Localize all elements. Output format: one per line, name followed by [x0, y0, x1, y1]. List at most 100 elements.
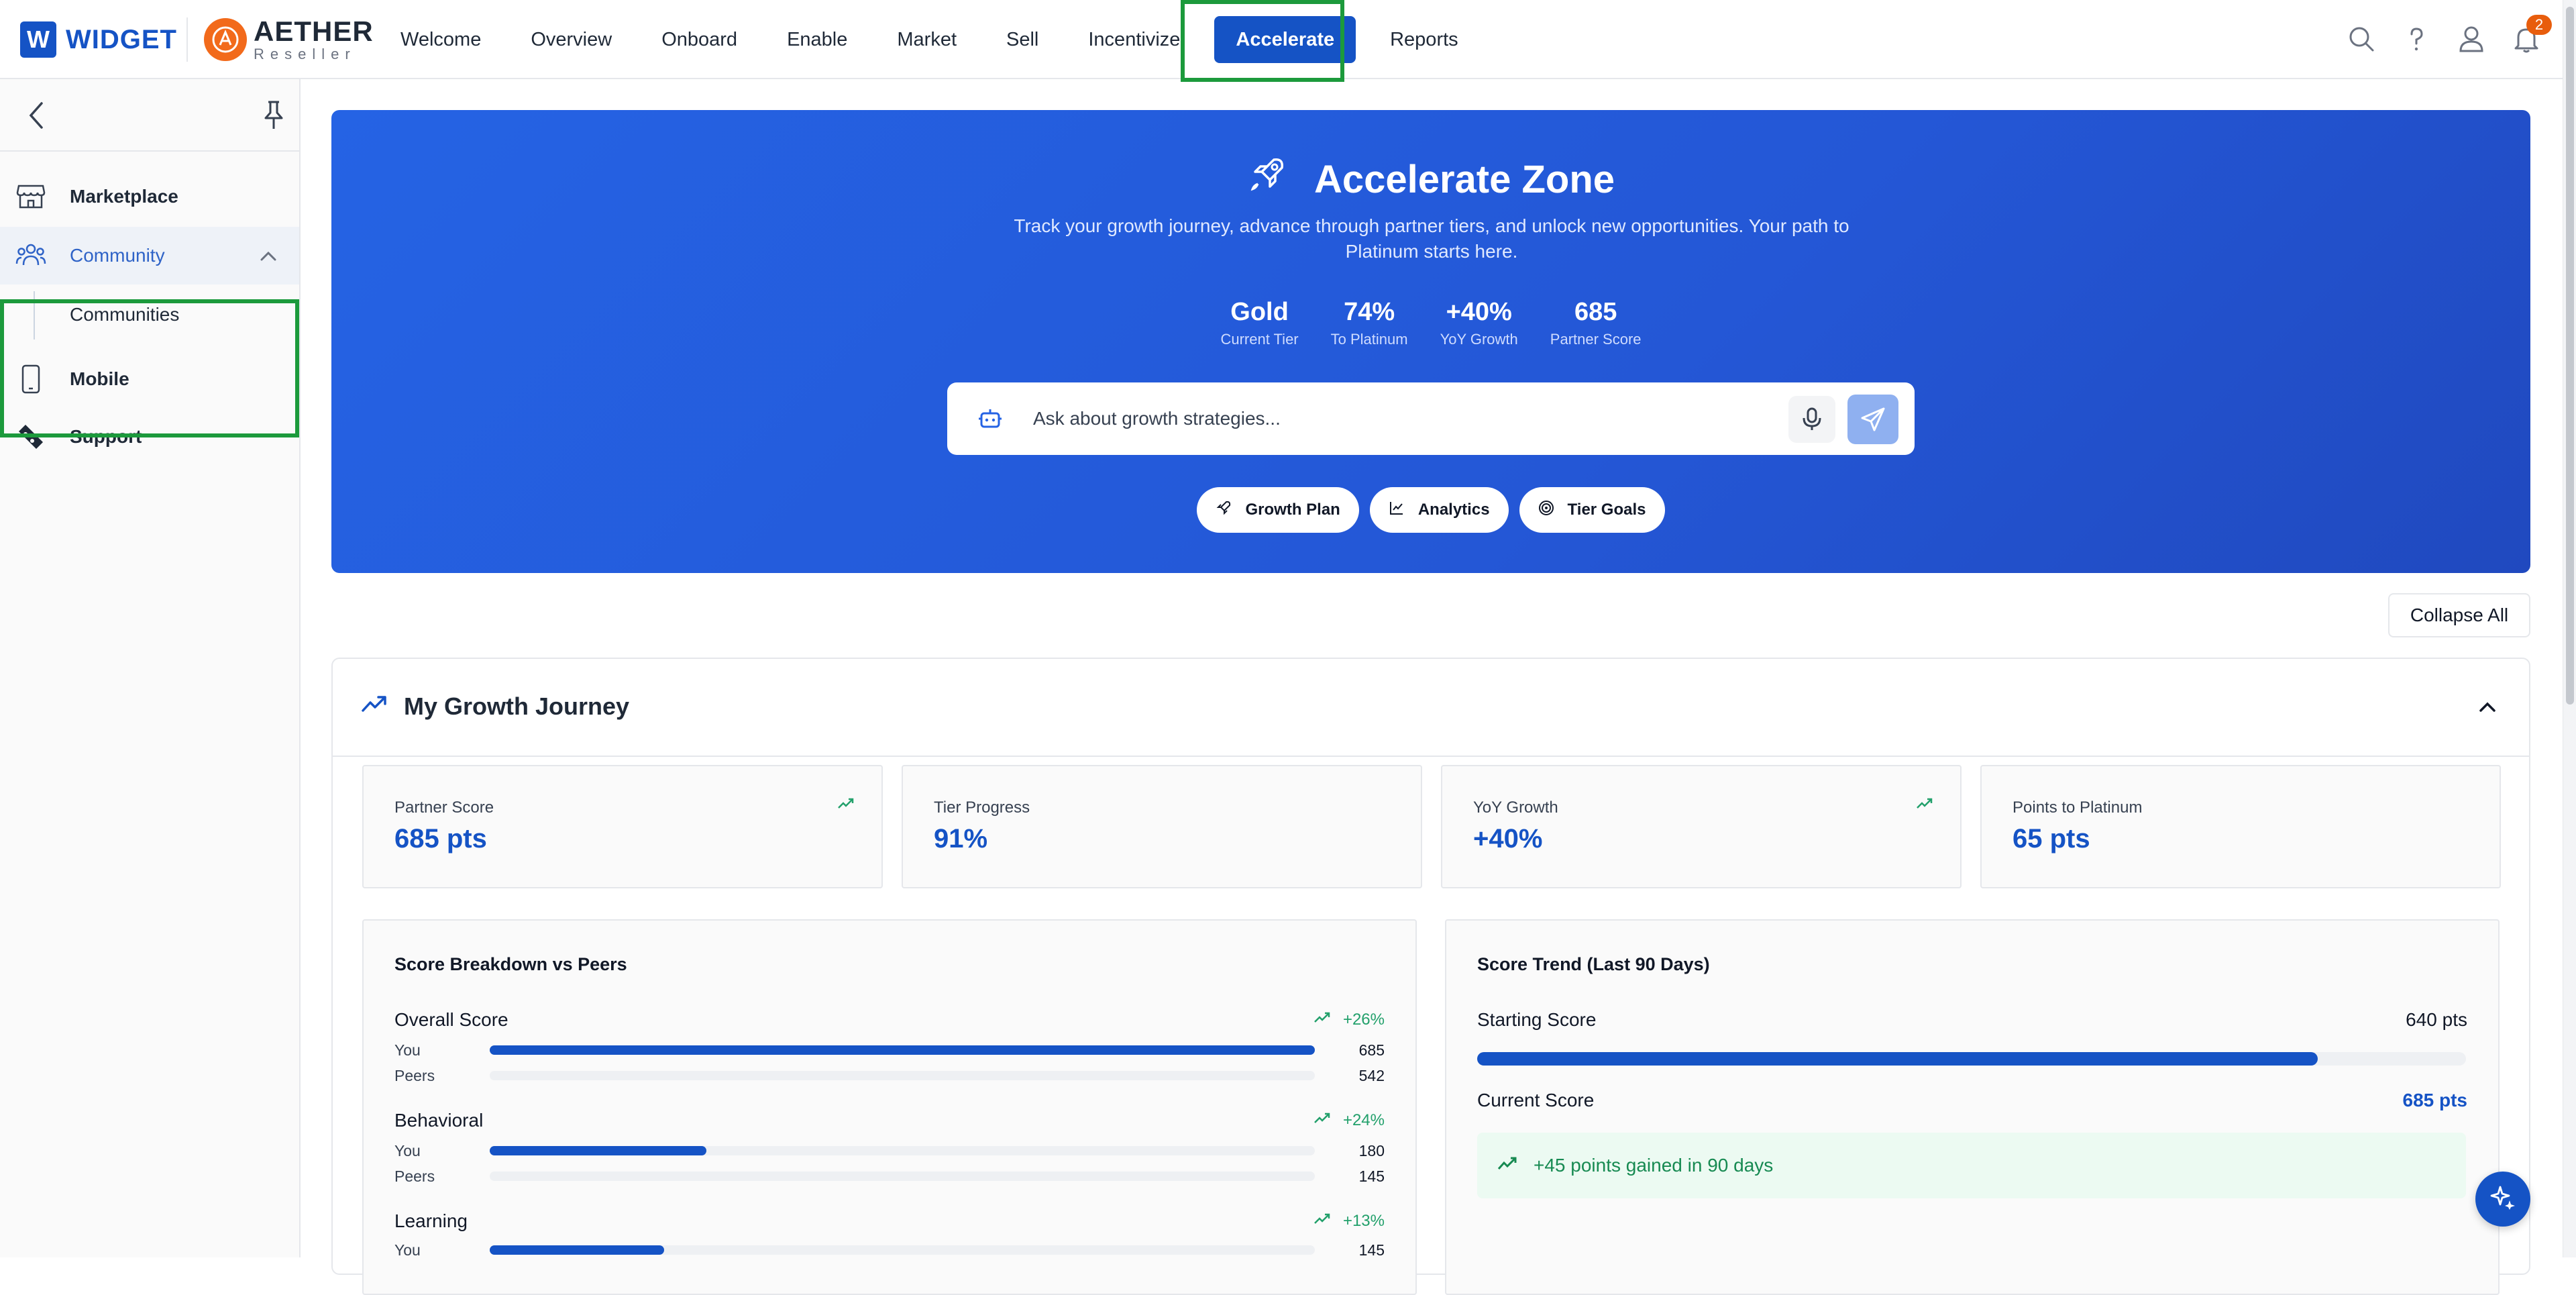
- nav-welcome[interactable]: Welcome: [376, 16, 506, 63]
- kpi-label: Tier Progress: [934, 798, 1030, 817]
- send-icon[interactable]: [1847, 395, 1898, 444]
- target-icon: [1538, 500, 1554, 521]
- sidebar-item-label: Community: [70, 245, 165, 266]
- trending-up-icon: [1916, 797, 1933, 814]
- stat-label: Partner Score: [1550, 331, 1642, 348]
- nav-onboard[interactable]: Onboard: [637, 16, 762, 63]
- row-label-you: You: [394, 1041, 421, 1059]
- growth-search-input[interactable]: [1033, 401, 1717, 436]
- nav-overview[interactable]: Overview: [506, 16, 637, 63]
- ticket-icon: [15, 421, 47, 453]
- sidebar-item-label: Mobile: [70, 368, 129, 389]
- nav-enable[interactable]: Enable: [762, 16, 872, 63]
- row-value-you: 180: [1358, 1142, 1385, 1159]
- points-gained-callout: +45 points gained in 90 days: [1477, 1133, 2466, 1198]
- widget-logo-mark: W: [20, 21, 56, 58]
- nav-accelerate[interactable]: Accelerate: [1214, 16, 1356, 63]
- nav-sell[interactable]: Sell: [981, 16, 1063, 63]
- stat-label: YoY Growth: [1440, 331, 1518, 348]
- score-bar-track: [490, 1071, 1315, 1080]
- score-trend-panel: Score Trend (Last 90 Days) Starting Scor…: [1445, 919, 2500, 1295]
- score-bar-you: [490, 1245, 665, 1255]
- notification-badge: 2: [2526, 15, 2552, 35]
- sidebar-item-support[interactable]: Support: [0, 408, 299, 466]
- help-icon[interactable]: [2400, 23, 2432, 55]
- submenu-indent-line: [34, 291, 35, 340]
- score-bar-track: [490, 1245, 1315, 1255]
- starting-score-label: Starting Score: [1477, 1009, 1597, 1030]
- widget-logo[interactable]: W WIDGET: [20, 21, 177, 58]
- sidebar-subitem-communities[interactable]: Communities: [0, 284, 299, 345]
- page-scrollbar[interactable]: [2563, 0, 2576, 1257]
- stat-value: 685: [1574, 298, 1617, 326]
- line-chart-icon: [1389, 500, 1405, 521]
- chevron-up-icon[interactable]: [258, 246, 279, 272]
- chevron-up-icon[interactable]: [2475, 695, 2500, 723]
- chip-tier-goals[interactable]: Tier Goals: [1519, 487, 1665, 533]
- current-score-value: 685 pts: [2402, 1090, 2468, 1110]
- sidebar-item-mobile[interactable]: Mobile: [0, 350, 299, 408]
- row-value-you: 145: [1358, 1241, 1385, 1259]
- stat-value: +40%: [1446, 298, 1512, 326]
- panel-title: Score Breakdown vs Peers: [394, 954, 627, 974]
- storefront-icon: [15, 180, 47, 213]
- row-value-peers: 542: [1358, 1067, 1385, 1084]
- stat-value: 74%: [1344, 298, 1395, 326]
- row-label-peers: Peers: [394, 1168, 435, 1185]
- kpi-label: Points to Platinum: [2012, 798, 2143, 817]
- score-bar-track: [490, 1045, 1315, 1055]
- score-group-title: Behavioral: [394, 1110, 484, 1131]
- score-bar-you: [490, 1045, 1315, 1055]
- score-trend-bar-track: [1477, 1052, 2466, 1066]
- brand-divider: [186, 17, 188, 62]
- main-nav: Welcome Overview Onboard Enable Market S…: [376, 0, 1483, 79]
- chip-label: Tier Goals: [1567, 501, 1646, 519]
- trending-up-icon: [1313, 1011, 1331, 1029]
- kpi-value: 65 pts: [2012, 824, 2090, 853]
- current-score-label: Current Score: [1477, 1090, 1595, 1110]
- growth-journey-header[interactable]: My Growth Journey: [333, 659, 2529, 757]
- bell-icon[interactable]: 2: [2510, 15, 2552, 55]
- nav-reports[interactable]: Reports: [1365, 16, 1483, 63]
- microphone-icon[interactable]: [1788, 396, 1835, 443]
- search-icon[interactable]: [2345, 23, 2377, 55]
- aether-logo[interactable]: AETHER Reseller: [204, 17, 374, 62]
- sidebar-item-marketplace[interactable]: Marketplace: [0, 168, 299, 225]
- nav-market[interactable]: Market: [872, 16, 981, 63]
- trending-up-icon: [1313, 1111, 1331, 1130]
- collapse-all-button[interactable]: Collapse All: [2388, 593, 2530, 637]
- community-icon: [15, 240, 47, 272]
- sidebar: Marketplace Community Communities Mobile…: [0, 79, 301, 1257]
- section-title: My Growth Journey: [404, 692, 630, 720]
- pin-icon[interactable]: [258, 98, 290, 136]
- trending-up-icon: [1313, 1212, 1331, 1231]
- kpi-value: 685 pts: [394, 824, 487, 853]
- chip-analytics[interactable]: Analytics: [1369, 487, 1509, 533]
- quick-action-chips: Growth Plan Analytics Tier Goals: [331, 487, 2530, 533]
- page-scrollbar-thumb[interactable]: [2566, 7, 2574, 705]
- ai-assistant-button[interactable]: [2475, 1172, 2530, 1227]
- kpi-value: 91%: [934, 824, 988, 853]
- aether-logo-subtitle: Reseller: [254, 46, 356, 62]
- trending-up-icon: [837, 797, 855, 814]
- stat-label: To Platinum: [1330, 331, 1408, 348]
- user-icon[interactable]: [2455, 23, 2487, 55]
- bot-icon: [978, 407, 1002, 434]
- top-navigation-bar: W WIDGET AETHER Reseller Welcome Overvie…: [0, 0, 2563, 82]
- trending-up-icon: [1497, 1155, 1517, 1176]
- aether-logo-name: AETHER: [254, 15, 374, 47]
- growth-journey-section: My Growth Journey Partner Score 685 pts …: [331, 658, 2530, 1295]
- widget-logo-text: WIDGET: [66, 24, 177, 54]
- stat-value: Gold: [1230, 298, 1289, 326]
- points-gained-text: +45 points gained in 90 days: [1534, 1155, 1774, 1176]
- sidebar-item-community[interactable]: Community: [0, 227, 299, 284]
- kpi-yoy-growth: YoY Growth +40%: [1441, 765, 1962, 888]
- nav-incentivize[interactable]: Incentivize: [1063, 16, 1205, 63]
- sparkle-icon: [2489, 1184, 2516, 1214]
- chip-growth-plan[interactable]: Growth Plan: [1197, 487, 1359, 533]
- delta-value: +26%: [1342, 1011, 1385, 1029]
- kpi-label: Partner Score: [394, 798, 494, 817]
- panel-title: Score Trend (Last 90 Days): [1477, 954, 1710, 974]
- row-value-you: 685: [1358, 1041, 1385, 1059]
- back-arrow-icon[interactable]: [23, 99, 50, 135]
